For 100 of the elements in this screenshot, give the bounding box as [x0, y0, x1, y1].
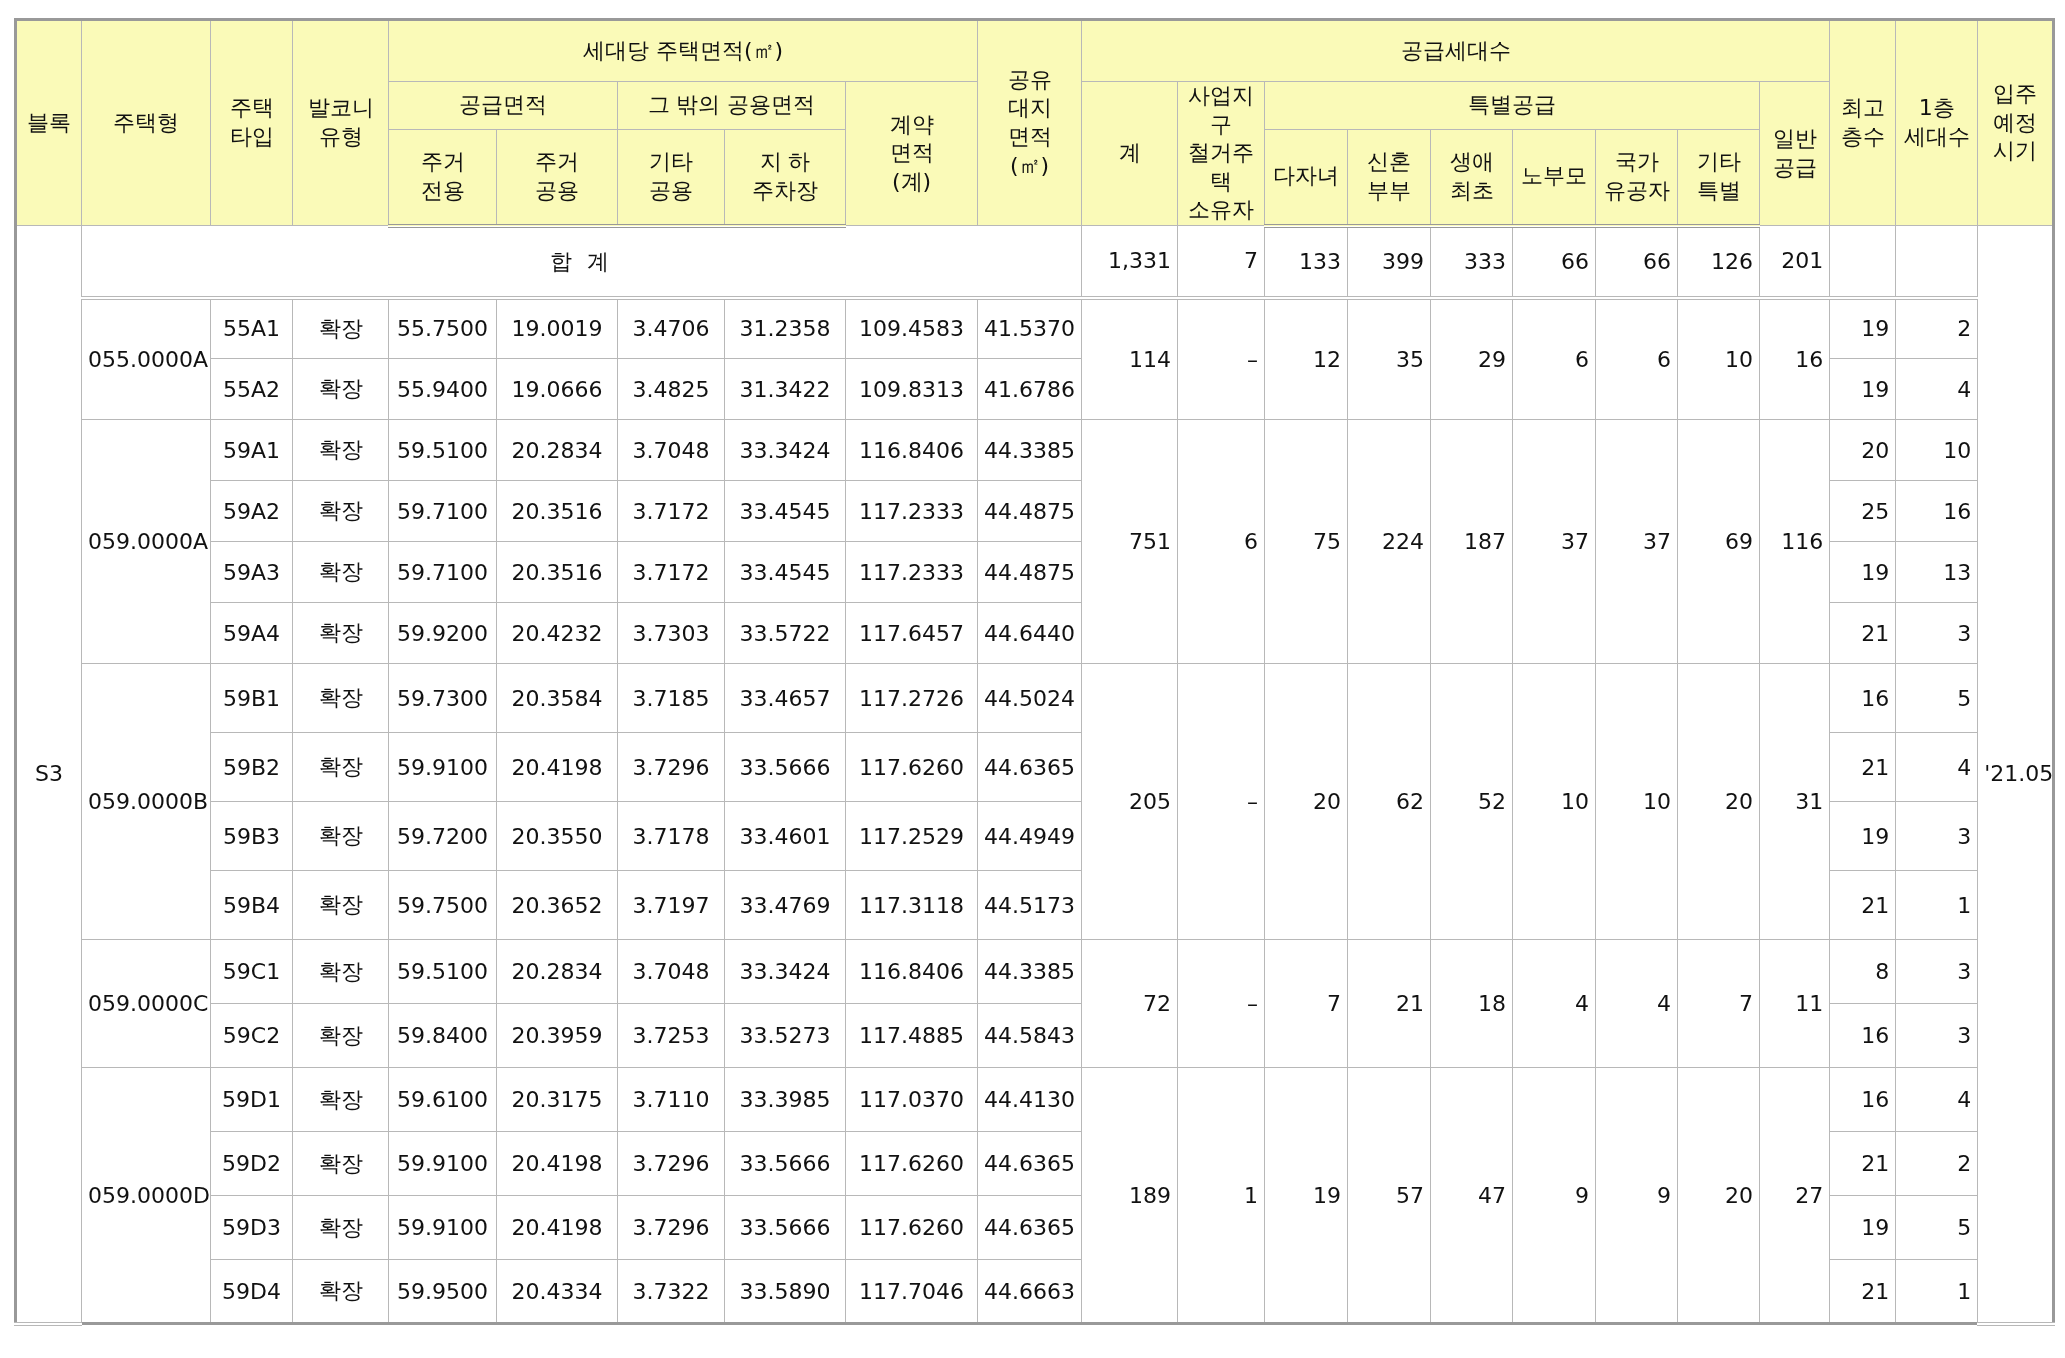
table-cell: 62 — [1347, 663, 1431, 940]
column-header: 다자녀 — [1264, 129, 1348, 226]
table-cell: 25 — [1829, 480, 1896, 542]
table-cell: 055.0000A — [81, 297, 211, 420]
table-cell: – — [1177, 663, 1265, 940]
column-header: 기타 특별 — [1677, 129, 1760, 226]
column-header: 사업지구 철거주택 소유자 — [1177, 81, 1265, 226]
table-cell: 66 — [1512, 225, 1596, 298]
table-cell: 189 — [1081, 1067, 1178, 1324]
table-cell: 확장 — [292, 663, 389, 733]
table-cell: 44.3385 — [977, 939, 1082, 1004]
table-cell: 399 — [1347, 225, 1431, 298]
table-cell: 333 — [1430, 225, 1513, 298]
table-cell: 21 — [1347, 939, 1431, 1068]
table-cell: 059.0000C — [81, 939, 211, 1068]
table-cell: 20.4198 — [496, 1195, 618, 1260]
table-cell: 확장 — [292, 1067, 389, 1132]
table-cell: 21 — [1829, 1131, 1896, 1196]
table-cell: 75 — [1264, 419, 1348, 664]
table-cell: 11 — [1759, 939, 1830, 1068]
table-cell: 확장 — [292, 602, 389, 664]
table-cell: 21 — [1829, 870, 1896, 940]
table-cell: 29 — [1430, 297, 1513, 420]
table-cell: 224 — [1347, 419, 1431, 664]
column-header: 공급면적 — [388, 81, 618, 130]
table-cell: 33.4657 — [724, 663, 846, 733]
table-cell: 20.3516 — [496, 480, 618, 542]
table-cell: 20.2834 — [496, 939, 618, 1004]
table-cell: 72 — [1081, 939, 1178, 1068]
table-cell: 1,331 — [1081, 225, 1178, 298]
table-cell: 109.8313 — [845, 358, 978, 420]
table-cell: 3.7303 — [617, 602, 725, 664]
table-cell: 19.0666 — [496, 358, 618, 420]
table-cell: 10 — [1677, 297, 1760, 420]
table-cell: 117.6457 — [845, 602, 978, 664]
table-cell: 55A2 — [210, 358, 293, 420]
table-cell: 59D2 — [210, 1131, 293, 1196]
table-cell: 31 — [1759, 663, 1830, 940]
table-cell: 59B1 — [210, 663, 293, 733]
table-cell: 3.7253 — [617, 1003, 725, 1068]
column-header: 국가 유공자 — [1595, 129, 1678, 226]
table-cell: 33.5273 — [724, 1003, 846, 1068]
column-header: 공급세대수 — [1081, 19, 1830, 82]
table-cell: 3.7172 — [617, 541, 725, 603]
table-cell: 16 — [1829, 1003, 1896, 1068]
table-cell: 59.9100 — [388, 1131, 497, 1196]
table-cell: 19 — [1829, 801, 1896, 871]
table-cell: 116.8406 — [845, 939, 978, 1004]
column-header: 계약 면적 (계) — [845, 81, 978, 226]
table-cell: 59.9200 — [388, 602, 497, 664]
table-cell: 751 — [1081, 419, 1178, 664]
table-cell: 확장 — [292, 939, 389, 1004]
column-header: 그 밖의 공용면적 — [617, 81, 846, 130]
table-cell: 20.3175 — [496, 1067, 618, 1132]
table-cell: 117.4885 — [845, 1003, 978, 1068]
table-cell: 59A1 — [210, 419, 293, 481]
column-header: 주택형 — [81, 19, 211, 226]
table-cell: 201 — [1759, 225, 1830, 298]
table-cell: 3.4706 — [617, 297, 725, 359]
table-cell: 117.3118 — [845, 870, 978, 940]
table-cell: 20.3550 — [496, 801, 618, 871]
table-cell: 확장 — [292, 541, 389, 603]
table-cell: 16 — [1829, 663, 1896, 733]
table-cell: 114 — [1081, 297, 1178, 420]
table-cell: 59A2 — [210, 480, 293, 542]
table-cell: 3.7110 — [617, 1067, 725, 1132]
table-cell: 33.3424 — [724, 419, 846, 481]
table-cell: 59.8400 — [388, 1003, 497, 1068]
table-cell: S3 — [15, 225, 82, 1324]
table-cell: 20 — [1677, 663, 1760, 940]
table-cell: 59A3 — [210, 541, 293, 603]
column-header: 최고 층수 — [1829, 19, 1896, 226]
table-cell: 44.5024 — [977, 663, 1082, 733]
table-cell: 19.0019 — [496, 297, 618, 359]
table-cell: 41.5370 — [977, 297, 1082, 359]
table-cell: 20.4232 — [496, 602, 618, 664]
table-cell: 3.7296 — [617, 1131, 725, 1196]
table-cell: 20.3584 — [496, 663, 618, 733]
column-header: 주택 타입 — [210, 19, 293, 226]
table-cell: 21 — [1829, 732, 1896, 802]
table-cell: 117.2726 — [845, 663, 978, 733]
table-cell: 10 — [1512, 663, 1596, 940]
table-cell: 4 — [1512, 939, 1596, 1068]
column-header: 주거 공용 — [496, 129, 618, 226]
table-cell: 117.2529 — [845, 801, 978, 871]
table-cell: 3.7197 — [617, 870, 725, 940]
table-cell: 3.7172 — [617, 480, 725, 542]
table-cell: 확장 — [292, 419, 389, 481]
column-header: 1층 세대수 — [1895, 19, 1978, 226]
table-cell: 확장 — [292, 870, 389, 940]
table-cell: 117.6260 — [845, 732, 978, 802]
table-cell: 4 — [1595, 939, 1678, 1068]
table-cell: 확장 — [292, 1131, 389, 1196]
table-cell: 133 — [1264, 225, 1348, 298]
table-cell: 확장 — [292, 480, 389, 542]
table-cell: 117.2333 — [845, 480, 978, 542]
table-cell: – — [1177, 939, 1265, 1068]
table-cell: 33.3424 — [724, 939, 846, 1004]
table-cell: 33.4545 — [724, 480, 846, 542]
table-cell: 66 — [1595, 225, 1678, 298]
